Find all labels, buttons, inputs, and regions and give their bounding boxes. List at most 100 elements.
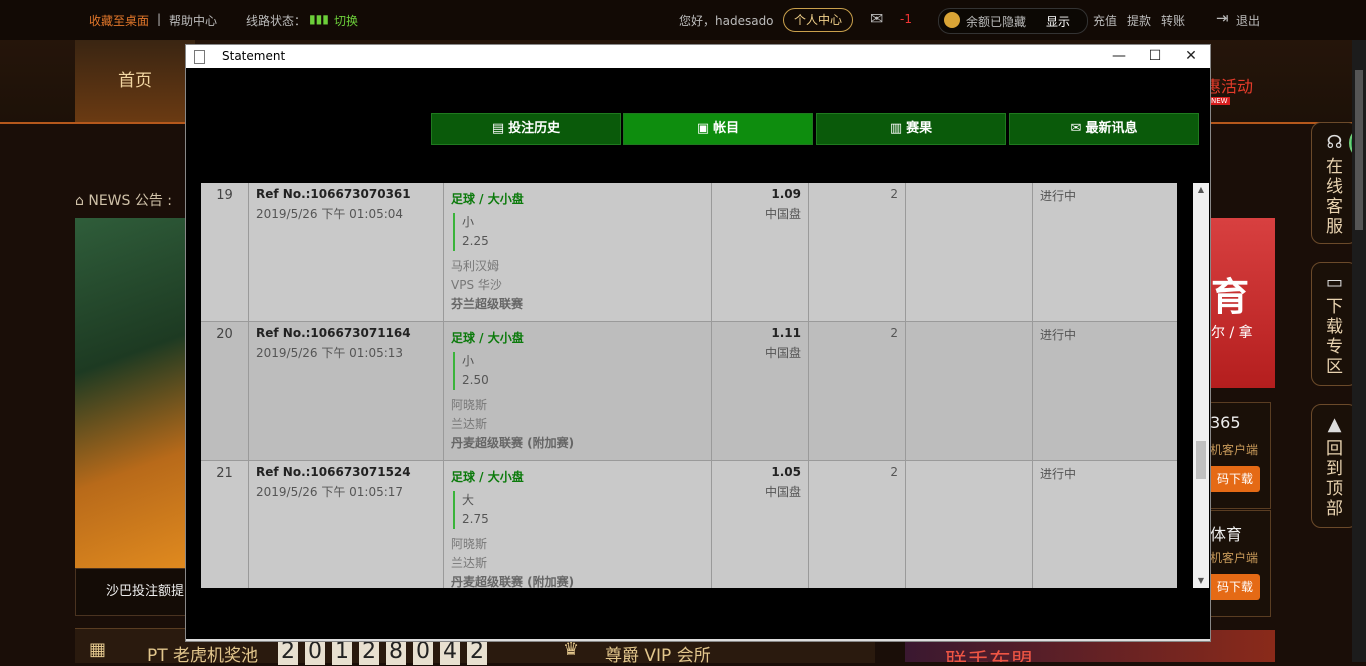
bookmark-link[interactable]: 收藏至桌面 bbox=[89, 12, 149, 29]
page-scrollbar-thumb[interactable] bbox=[1355, 70, 1363, 230]
odds-value: 1.09 bbox=[771, 187, 801, 201]
personal-center-button[interactable]: 个人中心 bbox=[783, 8, 854, 32]
away-team: VPS 华沙 bbox=[451, 278, 502, 292]
ref-cell: Ref No.:106673071524 2019/5/26 下午 01:05:… bbox=[249, 461, 444, 588]
tab-label: 最新讯息 bbox=[1085, 121, 1138, 136]
bet-time: 2019/5/26 下午 01:05:17 bbox=[256, 485, 404, 499]
odds-cell: 1.05 中国盘 bbox=[712, 461, 809, 588]
ref-number: Ref No.:106673071164 bbox=[256, 326, 411, 340]
banner-caption[interactable]: 沙巴投注额提 bbox=[75, 568, 187, 616]
tab-account[interactable]: ▣ 帐目 bbox=[623, 113, 813, 145]
card2-download-button[interactable]: 码下载 bbox=[1210, 574, 1260, 600]
close-button[interactable]: ✕ bbox=[1174, 46, 1208, 67]
odds-market: 中国盘 bbox=[764, 346, 801, 360]
logout-link[interactable]: 退出 bbox=[1236, 12, 1260, 29]
stake-cell: 2 bbox=[809, 183, 906, 321]
side-tab-back-to-top[interactable]: ▲ 回到顶部 bbox=[1311, 404, 1358, 528]
ref-number: Ref No.:106673070361 bbox=[256, 187, 411, 201]
news-label: ⌂ NEWS 公告 : bbox=[75, 190, 172, 210]
scoreboard-icon: ▥ bbox=[889, 121, 903, 136]
right-ad-sports[interactable]: 育 尔 / 拿 bbox=[1209, 218, 1275, 388]
bottom-promo-text: 联手东盟 bbox=[945, 644, 1033, 662]
card2-subtitle: 机客户端 bbox=[1210, 551, 1259, 565]
scroll-up-arrow-icon[interactable]: ▲ bbox=[1193, 183, 1209, 197]
monitor-icon: ▭ bbox=[1325, 272, 1343, 293]
maximize-button[interactable]: ☐ bbox=[1138, 46, 1172, 67]
table-scrollbar-thumb[interactable] bbox=[1196, 441, 1206, 479]
signal-icon: ▮▮▮ bbox=[309, 12, 329, 26]
rocket-icon: ▲ bbox=[1327, 414, 1342, 435]
status-text: 进行中 bbox=[1040, 467, 1077, 481]
tab-results[interactable]: ▥ 赛果 bbox=[816, 113, 1006, 145]
nav-promotions[interactable]: 惠活动 bbox=[1205, 73, 1253, 97]
away-team: 兰达斯 bbox=[451, 556, 488, 570]
switch-line-link[interactable]: 切换 bbox=[334, 12, 358, 29]
window-bottom-border bbox=[186, 639, 1210, 641]
ref-cell: Ref No.:106673070361 2019/5/26 下午 01:05:… bbox=[249, 183, 444, 321]
row-number: 19 bbox=[201, 183, 249, 321]
card1-subtitle: 机客户端 bbox=[1210, 443, 1259, 457]
help-link[interactable]: 帮助中心 bbox=[169, 12, 217, 29]
mail-icon[interactable]: ✉ bbox=[870, 9, 883, 28]
ref-cell: Ref No.:106673071164 2019/5/26 下午 01:05:… bbox=[249, 322, 444, 460]
table-scrollbar[interactable]: ▲ ▼ bbox=[1193, 183, 1209, 588]
jackpot-digit: 2 bbox=[359, 639, 379, 665]
new-badge: NEW bbox=[1209, 97, 1230, 105]
withdraw-link[interactable]: 提款 bbox=[1127, 12, 1151, 29]
download-label: 下载专区 bbox=[1326, 297, 1343, 377]
right-ad-card-1: 365 机客户端 码下载 bbox=[1209, 402, 1271, 509]
odds-value: 1.05 bbox=[771, 465, 801, 479]
page-scrollbar[interactable] bbox=[1352, 40, 1366, 662]
ad-big-text: 育 bbox=[1211, 275, 1250, 319]
window-title: Statement bbox=[222, 49, 286, 63]
deposit-link[interactable]: 充值 bbox=[1093, 12, 1117, 29]
show-balance-button[interactable]: 显示 bbox=[1046, 13, 1070, 30]
table-row: 19 Ref No.:106673070361 2019/5/26 下午 01:… bbox=[201, 183, 1177, 322]
transfer-link[interactable]: 转账 bbox=[1161, 12, 1185, 29]
mail-icon: ✉ bbox=[1070, 121, 1082, 136]
nav-home[interactable]: 首页 bbox=[75, 40, 195, 122]
topbar-separator: | bbox=[157, 12, 162, 26]
pick-block: 小 2.25 bbox=[453, 213, 711, 251]
pick-side: 小 bbox=[462, 215, 475, 229]
jackpot-digit: 8 bbox=[386, 639, 406, 665]
side-tab-download[interactable]: ▭ 下载专区 bbox=[1311, 262, 1358, 386]
banner-image[interactable] bbox=[75, 218, 187, 568]
home-team: 马利汉姆 bbox=[451, 259, 500, 273]
jackpot-digit: 1 bbox=[332, 639, 352, 665]
ad-small-text: 尔 / 拿 bbox=[1211, 325, 1253, 341]
status-cell: 进行中 bbox=[1033, 461, 1177, 588]
selection-cell: 足球 / 大小盘 小 2.25 马利汉姆 VPS 华沙 芬兰超级联赛 bbox=[444, 183, 712, 321]
top-label: 回到顶部 bbox=[1326, 439, 1343, 519]
stake-cell: 2 bbox=[809, 322, 906, 460]
card1-title: 365 bbox=[1210, 413, 1241, 432]
card2-title: 体育 bbox=[1210, 525, 1243, 544]
pick-line: 2.75 bbox=[462, 512, 489, 526]
home-team: 阿晓斯 bbox=[451, 537, 488, 551]
tab-label: 投注历史 bbox=[508, 121, 561, 136]
document-icon bbox=[194, 50, 205, 64]
minimize-button[interactable]: — bbox=[1102, 46, 1136, 67]
pick-side: 大 bbox=[462, 493, 475, 507]
row-number: 20 bbox=[201, 322, 249, 460]
logout-icon[interactable]: ⇥ bbox=[1216, 9, 1229, 27]
tab-bet-history[interactable]: ▤ 投注历史 bbox=[431, 113, 621, 145]
line-status-label: 线路状态： bbox=[246, 14, 307, 28]
crown-icon: ♛ bbox=[563, 639, 580, 660]
winloss-cell bbox=[906, 322, 1033, 460]
scroll-down-arrow-icon[interactable]: ▼ bbox=[1193, 574, 1209, 588]
status-cell: 进行中 bbox=[1033, 322, 1177, 460]
jackpot-digit: 2 bbox=[467, 639, 487, 665]
table-row: 21 Ref No.:106673071524 2019/5/26 下午 01:… bbox=[201, 461, 1177, 588]
sport-market: 足球 / 大小盘 bbox=[451, 470, 524, 484]
stake-value: 2 bbox=[890, 465, 898, 479]
status-text: 进行中 bbox=[1040, 328, 1077, 342]
away-team: 兰达斯 bbox=[451, 417, 488, 431]
window-titlebar[interactable]: Statement — ☐ ✕ bbox=[186, 45, 1210, 68]
vip-club-label[interactable]: 尊爵 VIP 会所 bbox=[605, 641, 711, 666]
card1-download-button[interactable]: 码下载 bbox=[1210, 466, 1260, 492]
home-team: 阿晓斯 bbox=[451, 398, 488, 412]
tab-latest-news[interactable]: ✉ 最新讯息 bbox=[1009, 113, 1199, 145]
megaphone-icon: ⌂ bbox=[75, 193, 84, 209]
message-count: -1 bbox=[900, 12, 912, 26]
